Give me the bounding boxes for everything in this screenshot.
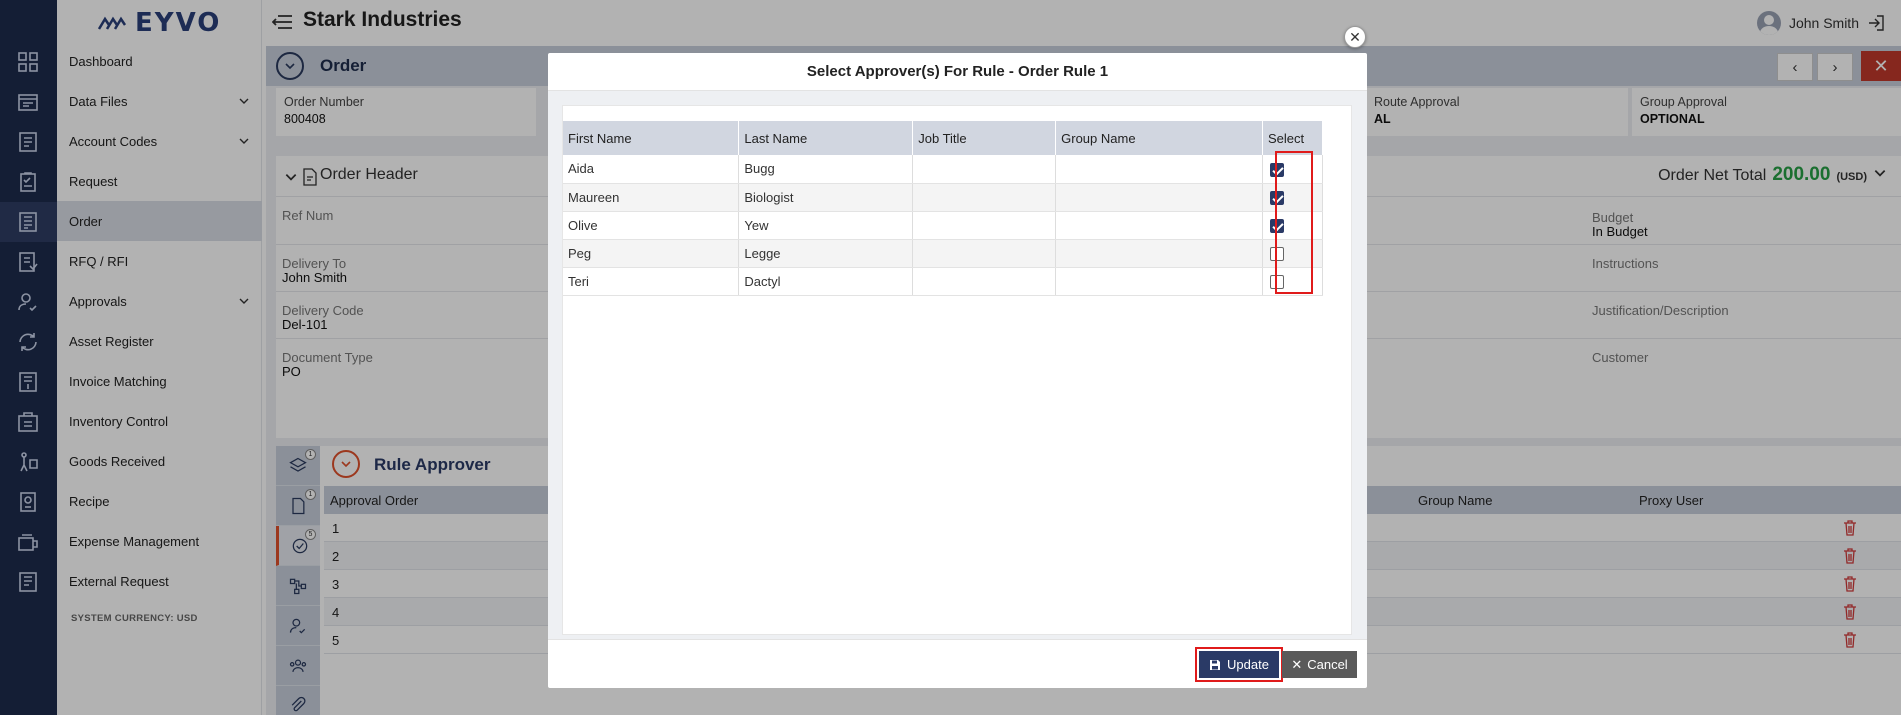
save-icon [1210, 659, 1221, 670]
job-title-cell [912, 267, 1057, 296]
first-name-cell: Olive [563, 211, 740, 240]
last-name-cell: Yew [738, 211, 914, 240]
update-button[interactable]: Update [1195, 647, 1283, 682]
last-name-cell: Legge [738, 239, 914, 268]
group-name-cell [1055, 183, 1263, 212]
column-header-first-name[interactable]: First Name [563, 121, 740, 155]
close-icon: ✕ [1291, 656, 1303, 672]
table-row: Maureen Biologist [563, 183, 1324, 212]
approvers-table: First Name Last Name Job Title Group Nam… [563, 121, 1324, 296]
first-name-cell: Aida [563, 155, 740, 184]
group-name-cell [1055, 155, 1263, 184]
table-row: Aida Bugg [563, 155, 1324, 184]
first-name-cell: Teri [563, 267, 740, 296]
first-name-cell: Maureen [563, 183, 740, 212]
modal-title: Select Approver(s) For Rule - Order Rule… [548, 53, 1367, 91]
last-name-cell: Dactyl [738, 267, 914, 296]
table-header-row: First Name Last Name Job Title Group Nam… [563, 121, 1324, 155]
job-title-cell [912, 211, 1057, 240]
select-column-highlight [1275, 151, 1313, 294]
job-title-cell [912, 155, 1057, 184]
select-approvers-modal: Select Approver(s) For Rule - Order Rule… [548, 53, 1367, 688]
table-row: Olive Yew [563, 211, 1324, 240]
cancel-label: Cancel [1307, 657, 1348, 672]
table-row: Peg Legge [563, 239, 1324, 268]
modal-close-button[interactable]: ✕ [1344, 26, 1366, 48]
column-header-select: Select [1262, 121, 1324, 155]
modal-footer: Update ✕ Cancel [548, 639, 1367, 688]
job-title-cell [912, 239, 1057, 268]
group-name-cell [1055, 239, 1263, 268]
close-icon: ✕ [1349, 28, 1361, 45]
last-name-cell: Biologist [738, 183, 914, 212]
group-name-cell [1055, 211, 1263, 240]
column-header-group-name[interactable]: Group Name [1055, 121, 1263, 155]
column-header-last-name[interactable]: Last Name [738, 121, 914, 155]
cancel-button[interactable]: ✕ Cancel [1282, 651, 1357, 678]
job-title-cell [912, 183, 1057, 212]
column-header-job-title[interactable]: Job Title [912, 121, 1057, 155]
last-name-cell: Bugg [738, 155, 914, 184]
update-label: Update [1227, 657, 1269, 672]
group-name-cell [1055, 267, 1263, 296]
table-row: Teri Dactyl [563, 267, 1324, 296]
first-name-cell: Peg [563, 239, 740, 268]
